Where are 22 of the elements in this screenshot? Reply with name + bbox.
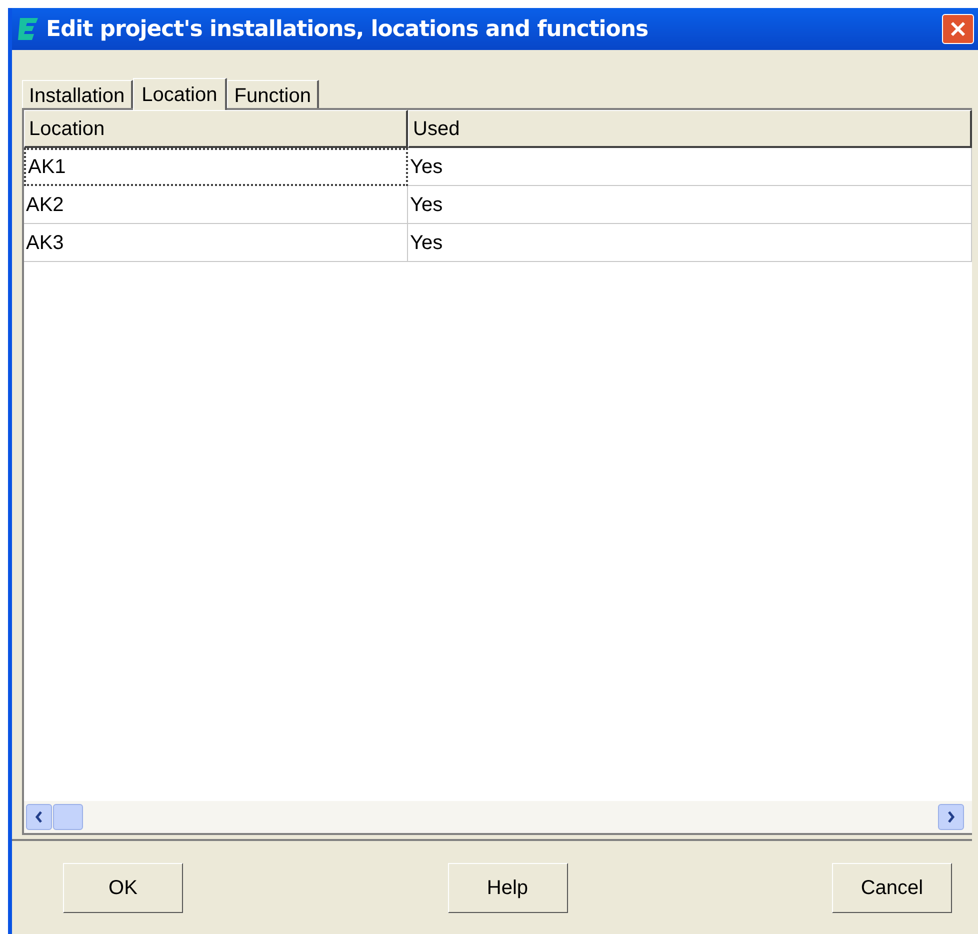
tab[interactable]: Function	[227, 80, 319, 108]
dialog-button[interactable]: Cancel	[832, 863, 952, 913]
horizontal-scrollbar[interactable]	[24, 801, 972, 833]
dialog-button[interactable]: OK	[63, 863, 183, 913]
table-cell: AK3	[24, 224, 408, 262]
column-header[interactable]: Location	[24, 110, 408, 148]
app-logo-icon	[18, 17, 40, 41]
table-cell: Yes	[408, 186, 972, 224]
scroll-thumb[interactable]	[53, 804, 83, 830]
dialog-button[interactable]: Help	[448, 863, 568, 913]
table-cell: AK1	[24, 148, 408, 186]
column-header[interactable]: Used	[408, 110, 972, 148]
table-cell: Yes	[408, 224, 972, 262]
tab[interactable]: Location	[132, 78, 228, 110]
tab[interactable]: Installation	[22, 80, 133, 108]
close-icon	[949, 20, 967, 38]
table-cell: AK2	[24, 186, 408, 224]
table-cell: Yes	[408, 148, 972, 186]
scroll-right-button[interactable]	[938, 804, 964, 830]
close-button[interactable]	[942, 14, 974, 44]
window-title: Edit project's installations, locations and functions	[46, 16, 648, 44]
scroll-left-button[interactable]	[26, 804, 52, 830]
